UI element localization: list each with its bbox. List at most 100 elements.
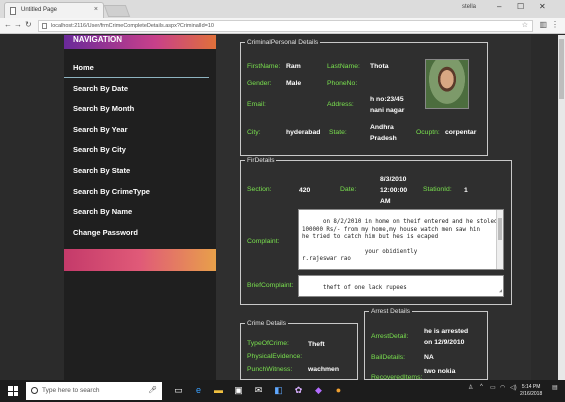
task-view-icon[interactable]: ▭ xyxy=(172,384,185,397)
firstname-value: Ram xyxy=(286,63,301,70)
clock-date: 2/16/2018 xyxy=(520,391,543,397)
nav-item-change-password[interactable]: Change Password xyxy=(64,222,216,243)
crime-details-legend: Crime Details xyxy=(247,320,287,327)
fir-date-line-2: 12:00:00 xyxy=(380,187,408,194)
people-icon[interactable]: ♙ xyxy=(468,384,473,391)
url-input[interactable]: localhost:2116/User/frmCrimeCompleteDeta… xyxy=(38,20,533,32)
arrest-details-legend: Arrest Details xyxy=(371,308,411,315)
brief-complaint-textarea[interactable]: theft of one lack rupees ◢ xyxy=(298,275,504,297)
phone-label: PhoneNo: xyxy=(327,80,358,87)
fir-details-legend: FirDetails xyxy=(247,157,275,164)
nav-item-search-by-date[interactable]: Search By Date xyxy=(64,78,216,99)
browser-menu-icon[interactable]: ⋮ xyxy=(551,20,559,29)
app-icon[interactable]: ✿ xyxy=(292,384,305,397)
section-label: Section: xyxy=(247,186,272,193)
store-icon[interactable]: ▣ xyxy=(232,384,245,397)
minimize-icon[interactable]: – xyxy=(497,2,501,11)
file-explorer-icon[interactable]: ▬ xyxy=(212,384,225,397)
complaint-scrollbar[interactable] xyxy=(496,210,503,269)
close-tab-icon[interactable]: × xyxy=(94,6,98,13)
brief-complaint-label: BriefComplaint: xyxy=(247,282,294,289)
scrollbar-thumb[interactable] xyxy=(559,39,564,99)
wifi-icon[interactable]: ◠ xyxy=(500,384,505,391)
personal-details-legend: CriminalPersonal Details xyxy=(247,39,319,46)
occupation-label: Ocuptn: xyxy=(416,129,440,136)
fir-date-label: Date: xyxy=(340,186,357,193)
punch-witness-label: PunchWitness: xyxy=(247,366,293,373)
complaint-textarea[interactable]: on 8/2/2010 in home on theif entered and… xyxy=(298,209,504,270)
section-value: 420 xyxy=(299,187,311,194)
browser-user-name[interactable]: stella xyxy=(462,4,476,10)
nav-item-home[interactable]: Home xyxy=(64,57,209,78)
gender-value: Male xyxy=(286,80,302,87)
bail-details-value: NA xyxy=(424,354,434,361)
back-icon[interactable]: ← xyxy=(4,20,12,29)
maximize-icon[interactable]: ☐ xyxy=(517,2,524,11)
bookmark-star-icon[interactable]: ☆ xyxy=(522,21,528,29)
mail-icon[interactable]: ✉ xyxy=(252,384,265,397)
tray-chevron-icon[interactable]: ^ xyxy=(480,384,483,390)
url-text: localhost:2116/User/frmCrimeCompleteDeta… xyxy=(51,23,214,29)
fir-date-line-3: AM xyxy=(380,198,391,205)
address-bar: ← → ↻ localhost:2116/User/frmCrimeComple… xyxy=(0,18,565,34)
new-tab-button[interactable] xyxy=(103,5,131,17)
criminal-photo xyxy=(425,59,469,109)
nav-item-search-by-state[interactable]: Search By State xyxy=(64,160,216,181)
address-line-1: h no:23/45 xyxy=(370,96,404,103)
page-content: NAVIGATION Home Search By Date Search By… xyxy=(0,35,565,381)
resize-handle-icon[interactable]: ◢ xyxy=(499,288,502,295)
occupation-value: corpentar xyxy=(445,129,477,136)
windows-taskbar: Type here to search 🎤︎ ▭ e ▬ ▣ ✉ ◧ ✿ ◆ ●… xyxy=(0,380,565,402)
clock-time: 5:14 PM xyxy=(521,384,541,390)
navigation-heading: NAVIGATION xyxy=(64,35,216,49)
nav-item-search-by-city[interactable]: Search By City xyxy=(64,139,216,160)
close-window-icon[interactable]: ✕ xyxy=(539,2,546,11)
email-label: Email: xyxy=(247,101,266,108)
gender-label: Gender: xyxy=(247,80,272,87)
crime-type-value: Theft xyxy=(308,341,325,348)
arrest-detail-line-2: on 12/9/2010 xyxy=(424,339,465,346)
navigation-sidebar: NAVIGATION Home Search By Date Search By… xyxy=(64,35,216,380)
taskbar-search-input[interactable]: Type here to search 🎤︎ xyxy=(26,382,162,400)
volume-icon[interactable]: ◁) xyxy=(510,384,517,391)
microphone-icon[interactable]: 🎤︎ xyxy=(148,386,157,394)
left-gutter xyxy=(0,35,64,380)
navigation-menu: Home Search By Date Search By Month Sear… xyxy=(64,57,216,242)
vs-code-icon[interactable]: ◆ xyxy=(312,384,325,397)
details-panel: CriminalPersonal Details FirstName: Ram … xyxy=(216,35,531,381)
complaint-text: on 8/2/2010 in home on theif entered and… xyxy=(302,219,498,263)
forward-icon[interactable]: → xyxy=(14,20,22,29)
station-label: StationId: xyxy=(423,186,452,193)
taskbar-clock[interactable]: 5:14 PM 2/16/2018 xyxy=(520,384,542,398)
city-label: City: xyxy=(247,129,261,136)
search-placeholder: Type here to search xyxy=(42,387,100,394)
lastname-value: Thota xyxy=(370,63,389,70)
physical-evidence-label: PhysicalEvidence: xyxy=(247,353,303,360)
nav-item-search-by-year[interactable]: Search By Year xyxy=(64,119,216,140)
reload-icon[interactable]: ↻ xyxy=(25,20,32,29)
lastname-label: LastName: xyxy=(327,63,360,70)
navigation-footer-banner xyxy=(64,249,216,271)
nav-item-search-by-crimetype[interactable]: Search By CrimeType xyxy=(64,181,216,202)
tab-title: Untitled Page xyxy=(21,7,58,13)
state-line-2: Pradesh xyxy=(370,135,397,142)
edge-icon[interactable]: e xyxy=(192,384,205,397)
nav-item-search-by-month[interactable]: Search By Month xyxy=(64,98,216,119)
chrome-icon[interactable]: ● xyxy=(332,384,345,397)
recovered-items-value: two nokia xyxy=(424,368,456,375)
address-line-2: nani nagar xyxy=(370,107,405,114)
visual-studio-icon[interactable]: ◧ xyxy=(272,384,285,397)
nav-item-search-by-name[interactable]: Search By Name xyxy=(64,201,216,222)
state-line-1: Andhra xyxy=(370,124,394,131)
page-info-icon[interactable] xyxy=(42,23,47,29)
network-icon[interactable]: ▭ xyxy=(490,384,496,391)
extension-icon[interactable]: ▥ xyxy=(539,20,547,29)
bail-details-label: BailDetails: xyxy=(371,354,405,361)
address-label: Address: xyxy=(327,101,354,108)
windows-start-icon[interactable] xyxy=(8,386,18,396)
browser-tab[interactable]: Untitled Page × xyxy=(4,2,104,18)
cortana-icon xyxy=(31,387,38,394)
notifications-icon[interactable]: ▤ xyxy=(552,384,558,391)
page-scrollbar[interactable] xyxy=(558,35,565,380)
arrest-detail-line-1: he is arrested xyxy=(424,328,469,335)
